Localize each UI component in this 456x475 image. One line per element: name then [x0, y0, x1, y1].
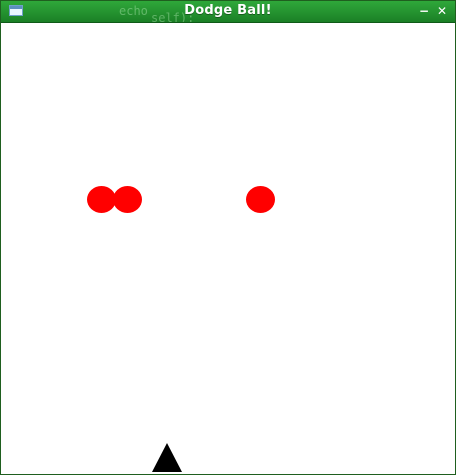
minimize-button[interactable]: −: [416, 3, 432, 19]
player-triangle[interactable]: [152, 443, 182, 472]
red-ball-3: [246, 186, 275, 213]
window-title: Dodge Ball!: [184, 3, 272, 18]
title-bar[interactable]: echo self): Dodge Ball! − ✕: [1, 1, 455, 23]
game-window: echo self): Dodge Ball! − ✕: [0, 0, 456, 475]
close-button[interactable]: ✕: [434, 3, 450, 19]
red-ball-1: [87, 186, 116, 213]
game-canvas[interactable]: [2, 23, 454, 474]
red-ball-2: [113, 186, 142, 213]
